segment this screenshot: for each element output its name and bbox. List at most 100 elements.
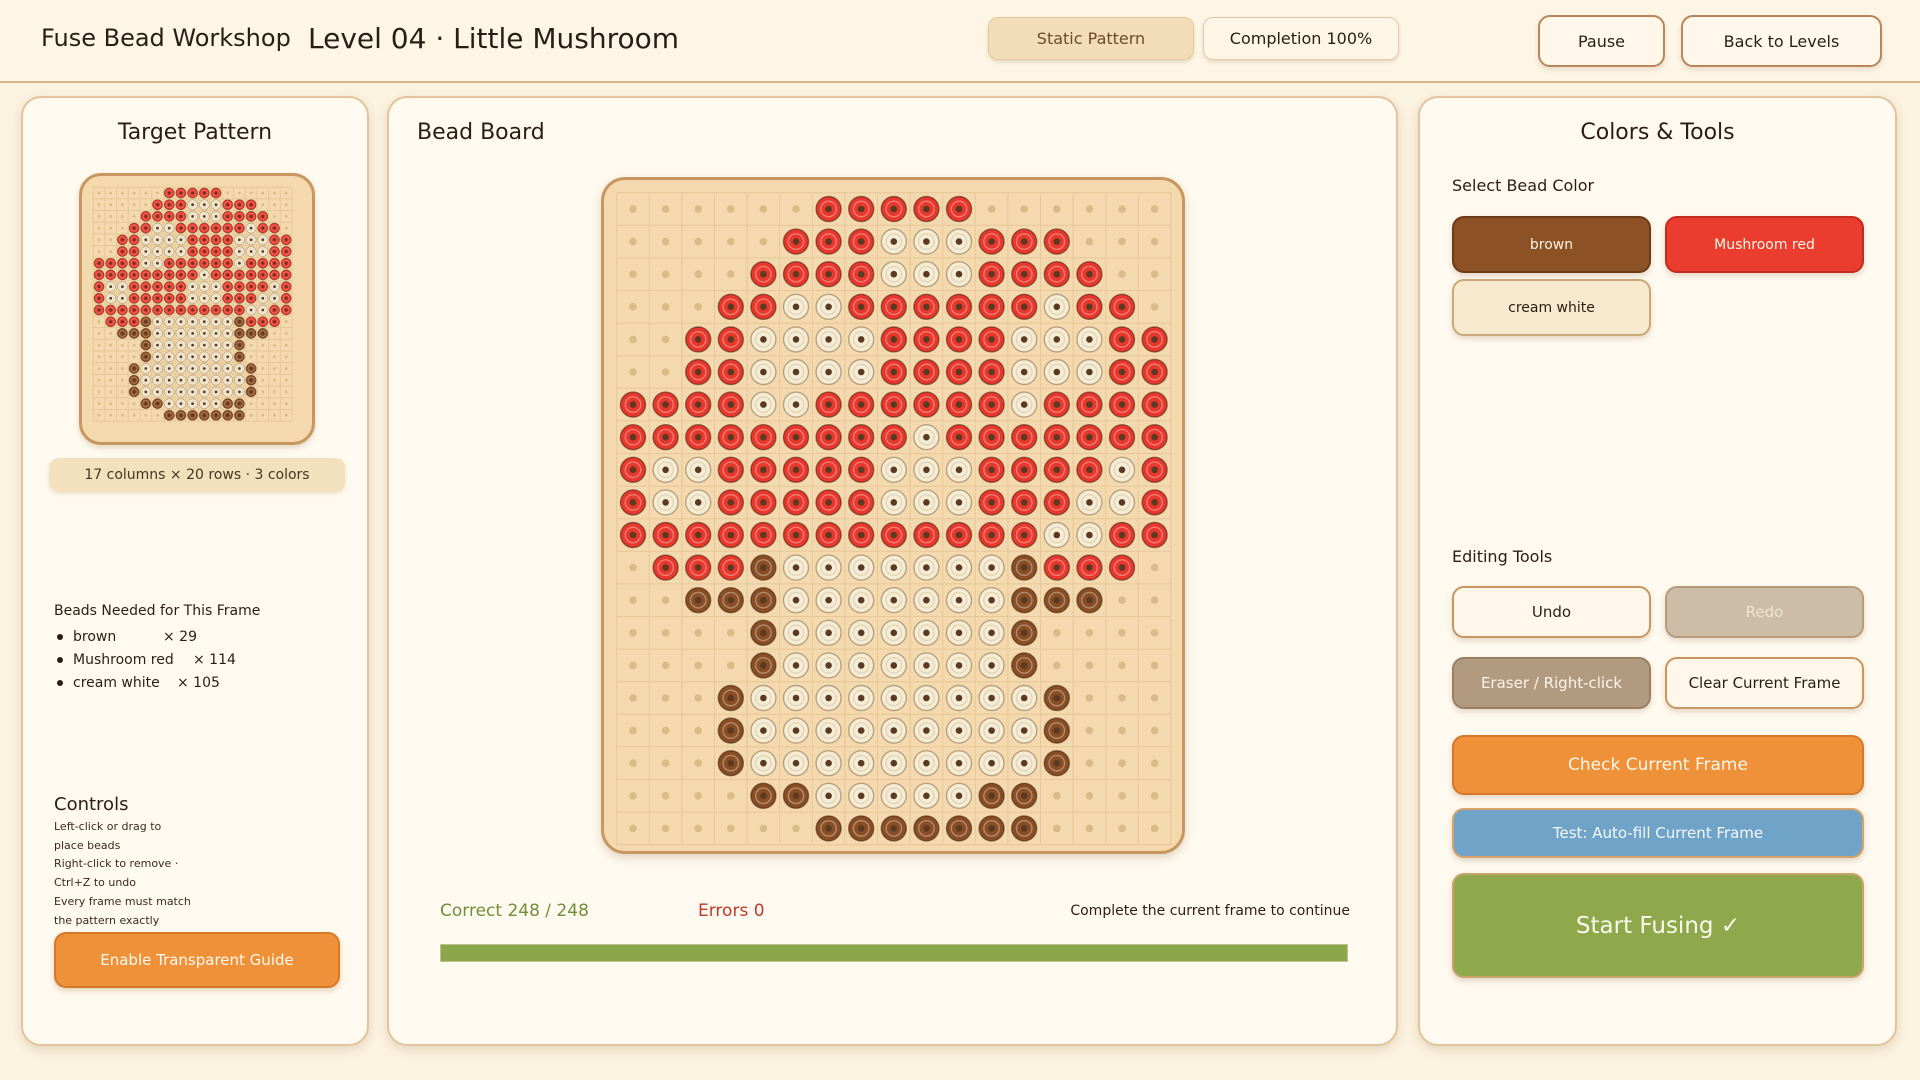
empty-peg[interactable] [109, 215, 113, 218]
empty-peg[interactable] [273, 355, 276, 359]
empty-peg[interactable] [727, 237, 735, 246]
empty-peg[interactable] [629, 335, 637, 344]
empty-peg[interactable] [97, 343, 101, 347]
empty-peg[interactable] [284, 191, 288, 195]
empty-peg[interactable] [1118, 629, 1126, 637]
empty-peg[interactable] [727, 661, 735, 670]
color-cream-button[interactable]: cream white [1452, 279, 1651, 336]
empty-peg[interactable] [1085, 237, 1094, 246]
empty-peg[interactable] [97, 238, 101, 242]
empty-peg[interactable] [629, 824, 637, 833]
empty-peg[interactable] [121, 203, 124, 207]
empty-peg[interactable] [759, 237, 768, 246]
empty-peg[interactable] [1053, 661, 1061, 670]
empty-peg[interactable] [109, 390, 113, 394]
empty-peg[interactable] [144, 203, 148, 207]
empty-peg[interactable] [261, 191, 265, 195]
empty-peg[interactable] [109, 332, 113, 335]
empty-peg[interactable] [661, 694, 670, 702]
empty-peg[interactable] [1150, 726, 1159, 735]
empty-peg[interactable] [694, 303, 702, 311]
empty-peg[interactable] [109, 203, 113, 207]
empty-peg[interactable] [121, 390, 124, 394]
empty-peg[interactable] [629, 270, 637, 278]
empty-peg[interactable] [132, 215, 136, 218]
color-brown-button[interactable]: brown [1452, 216, 1651, 273]
empty-peg[interactable] [1150, 563, 1159, 572]
empty-peg[interactable] [109, 250, 113, 253]
pause-button[interactable]: Pause [1538, 15, 1665, 67]
empty-peg[interactable] [144, 413, 148, 417]
empty-peg[interactable] [1118, 694, 1126, 702]
empty-peg[interactable] [284, 378, 288, 382]
empty-peg[interactable] [284, 390, 288, 394]
enable-transparent-guide-button[interactable]: Enable Transparent Guide [54, 932, 340, 988]
empty-peg[interactable] [661, 759, 670, 767]
empty-peg[interactable] [661, 237, 670, 246]
empty-peg[interactable] [109, 413, 113, 417]
empty-peg[interactable] [629, 368, 637, 376]
empty-peg[interactable] [1150, 205, 1159, 213]
empty-peg[interactable] [1150, 237, 1159, 246]
empty-peg[interactable] [727, 205, 735, 213]
empty-peg[interactable] [97, 191, 101, 195]
empty-peg[interactable] [1118, 270, 1126, 278]
empty-peg[interactable] [284, 320, 288, 324]
back-to-levels-button[interactable]: Back to Levels [1681, 15, 1882, 67]
empty-peg[interactable] [1053, 792, 1061, 800]
empty-peg[interactable] [97, 250, 101, 253]
empty-peg[interactable] [261, 355, 265, 359]
check-frame-button[interactable]: Check Current Frame [1452, 735, 1864, 795]
empty-peg[interactable] [132, 355, 136, 359]
empty-peg[interactable] [144, 191, 148, 195]
empty-peg[interactable] [121, 367, 124, 370]
empty-peg[interactable] [629, 629, 637, 637]
empty-peg[interactable] [226, 191, 230, 195]
empty-peg[interactable] [1118, 596, 1126, 604]
empty-peg[interactable] [1150, 270, 1159, 278]
empty-peg[interactable] [1085, 726, 1094, 735]
empty-peg[interactable] [694, 726, 702, 735]
empty-peg[interactable] [629, 792, 637, 800]
empty-peg[interactable] [273, 402, 276, 405]
empty-peg[interactable] [1085, 759, 1094, 767]
empty-peg[interactable] [238, 191, 241, 195]
empty-peg[interactable] [1150, 661, 1159, 670]
empty-peg[interactable] [1118, 792, 1126, 800]
empty-peg[interactable] [284, 226, 288, 230]
empty-peg[interactable] [273, 390, 276, 394]
empty-peg[interactable] [661, 792, 670, 800]
empty-peg[interactable] [273, 413, 276, 417]
empty-peg[interactable] [629, 205, 637, 213]
empty-peg[interactable] [1053, 629, 1061, 637]
empty-peg[interactable] [727, 270, 735, 278]
empty-peg[interactable] [284, 343, 288, 347]
empty-peg[interactable] [273, 367, 276, 370]
empty-peg[interactable] [273, 332, 276, 335]
empty-peg[interactable] [249, 413, 253, 417]
empty-peg[interactable] [121, 191, 124, 195]
empty-peg[interactable] [792, 205, 800, 213]
empty-peg[interactable] [121, 413, 124, 417]
empty-peg[interactable] [284, 355, 288, 359]
empty-peg[interactable] [727, 824, 735, 833]
empty-peg[interactable] [97, 332, 101, 335]
empty-peg[interactable] [261, 367, 265, 370]
empty-peg[interactable] [273, 203, 276, 207]
empty-peg[interactable] [261, 203, 265, 207]
undo-button[interactable]: Undo [1452, 586, 1651, 638]
empty-peg[interactable] [629, 563, 637, 572]
start-fusing-button[interactable]: Start Fusing ✓ [1452, 873, 1864, 978]
empty-peg[interactable] [109, 367, 113, 370]
empty-peg[interactable] [284, 215, 288, 218]
empty-peg[interactable] [792, 824, 800, 833]
empty-peg[interactable] [109, 226, 113, 230]
empty-peg[interactable] [97, 355, 101, 359]
empty-peg[interactable] [1150, 792, 1159, 800]
empty-peg[interactable] [694, 237, 702, 246]
empty-peg[interactable] [694, 759, 702, 767]
empty-peg[interactable] [1150, 596, 1159, 604]
empty-peg[interactable] [109, 343, 113, 347]
empty-peg[interactable] [109, 402, 113, 405]
empty-peg[interactable] [661, 661, 670, 670]
